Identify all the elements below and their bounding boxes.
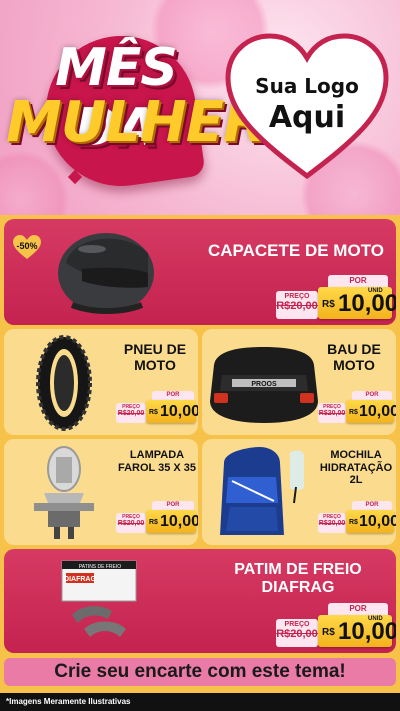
old-price-box: PREÇO R$20,00	[318, 403, 346, 423]
new-price: 10,00	[160, 513, 198, 530]
currency: R$	[322, 627, 335, 638]
discount-badge: -50%	[12, 234, 42, 260]
new-price-label: POR	[352, 501, 392, 510]
old-price-box: PREÇO R$20,00	[318, 513, 346, 533]
old-price-box: PREÇO R$20,00	[276, 619, 318, 647]
price-tag: PREÇO R$20,00 POR R$ 10,00	[318, 391, 396, 423]
old-price-label: PREÇO	[284, 293, 310, 300]
price-tag: PREÇO R$20,00 POR R$ 10,00	[116, 501, 198, 533]
new-price-box: R$ 10,00	[146, 510, 198, 533]
old-price: R$20,00	[276, 628, 318, 640]
price-tag: PREÇO R$20,00 POR R$ 10,00 UNID	[276, 275, 396, 319]
product-card-capacete[interactable]: -50% CAPACETE DE MOTO PREÇO R$20,00 POR …	[4, 219, 396, 325]
currency: R$	[349, 409, 358, 416]
old-price-box: PREÇO R$20,00	[276, 291, 318, 319]
logo-text-line-1: Sua Logo	[255, 74, 359, 98]
cta-button[interactable]: Crie seu encarte com este tema!	[2, 656, 398, 688]
new-price-box: R$ 10,00 UNID	[318, 615, 396, 647]
new-price: 10,00	[338, 290, 396, 317]
logo-placeholder: Sua Logo Aqui	[222, 30, 392, 180]
new-price-box: R$ 10,00 UNID	[318, 287, 396, 319]
disclaimer: *Imagens Meramente Ilustrativas	[0, 693, 400, 711]
product-card-mochila[interactable]: MOCHILA HIDRATAÇÃO 2L PREÇO R$20,00 POR …	[202, 439, 396, 545]
logo-text-line-2: Aqui	[268, 100, 346, 135]
old-price: R$20,00	[318, 410, 346, 417]
new-price-box: R$ 10,00	[146, 400, 198, 423]
campaign-title: MÊS DA MULHER	[6, 26, 266, 196]
new-price: 10,00	[359, 513, 396, 530]
product-card-pneu[interactable]: PNEU DE MOTO PREÇO R$20,00 POR R$ 10,00	[4, 329, 198, 435]
old-price: R$20,00	[117, 410, 145, 417]
product-card-bau[interactable]: PROOS BAU DE MOTO PREÇO R$20,00 POR R$ 1…	[202, 329, 396, 435]
discount-text: -50%	[16, 241, 38, 251]
currency: R$	[349, 519, 358, 526]
new-price: 10,00	[359, 403, 396, 420]
box-brand-text: PROOS	[251, 381, 277, 388]
currency: R$	[322, 299, 335, 310]
product-name: BAU DE MOTO	[327, 341, 381, 374]
price-tag: PREÇO R$20,00 POR R$ 10,00	[116, 391, 198, 423]
currency: R$	[149, 519, 158, 526]
product-name: CAPACETE DE MOTO	[208, 241, 384, 260]
bulb-image	[34, 446, 94, 539]
old-price: R$20,00	[117, 520, 145, 527]
product-name: LAMPADA FAROL 35 X 35	[117, 449, 197, 474]
new-price-box: R$ 10,00	[346, 510, 396, 533]
backpack-image	[220, 447, 304, 535]
helmet-image	[58, 233, 154, 314]
pads-brand-text: DIAFRAG	[64, 576, 96, 583]
new-price-label: POR	[328, 603, 388, 615]
pads-box-text: PATINS DE FREIO	[79, 564, 121, 570]
title-line-2: MULHER	[6, 90, 266, 155]
top-case-image: PROOS	[210, 347, 318, 423]
new-price-label: POR	[152, 501, 194, 510]
new-price-box: R$ 10,00	[346, 400, 396, 423]
old-price-box: PREÇO R$20,00	[116, 513, 146, 533]
currency: R$	[149, 409, 158, 416]
new-price-label: POR	[328, 275, 388, 287]
brake-pads-image: PATINS DE FREIO DIAFRAG	[61, 560, 137, 637]
old-price-label: PREÇO	[284, 621, 310, 628]
product-name: PNEU DE MOTO	[123, 341, 187, 374]
tire-image	[36, 335, 92, 431]
new-price-label: POR	[152, 391, 194, 400]
product-card-patim[interactable]: PATINS DE FREIO DIAFRAG PATIM DE FREIO D…	[4, 549, 396, 653]
new-price: 10,00	[160, 403, 198, 420]
old-price: R$20,00	[276, 300, 318, 312]
unit-label: UNID	[368, 288, 383, 294]
old-price: R$20,00	[318, 520, 346, 527]
old-price-box: PREÇO R$20,00	[116, 403, 146, 423]
product-panel: -50% CAPACETE DE MOTO PREÇO R$20,00 POR …	[0, 215, 400, 695]
new-price-label: POR	[352, 391, 392, 400]
price-tag: PREÇO R$20,00 POR R$ 10,00 UNID	[276, 603, 396, 647]
header-banner: MÊS DA MULHER Sua Logo Aqui	[0, 0, 400, 215]
product-name: MOCHILA HIDRATAÇÃO 2L	[319, 449, 393, 487]
product-name: PATIM DE FREIO DIAFRAG	[234, 561, 362, 597]
product-card-lampada[interactable]: LAMPADA FAROL 35 X 35 PREÇO R$20,00 POR …	[4, 439, 198, 545]
new-price: 10,00	[338, 618, 396, 645]
price-tag: PREÇO R$20,00 POR R$ 10,00	[318, 501, 396, 533]
unit-label: UNID	[368, 616, 383, 622]
